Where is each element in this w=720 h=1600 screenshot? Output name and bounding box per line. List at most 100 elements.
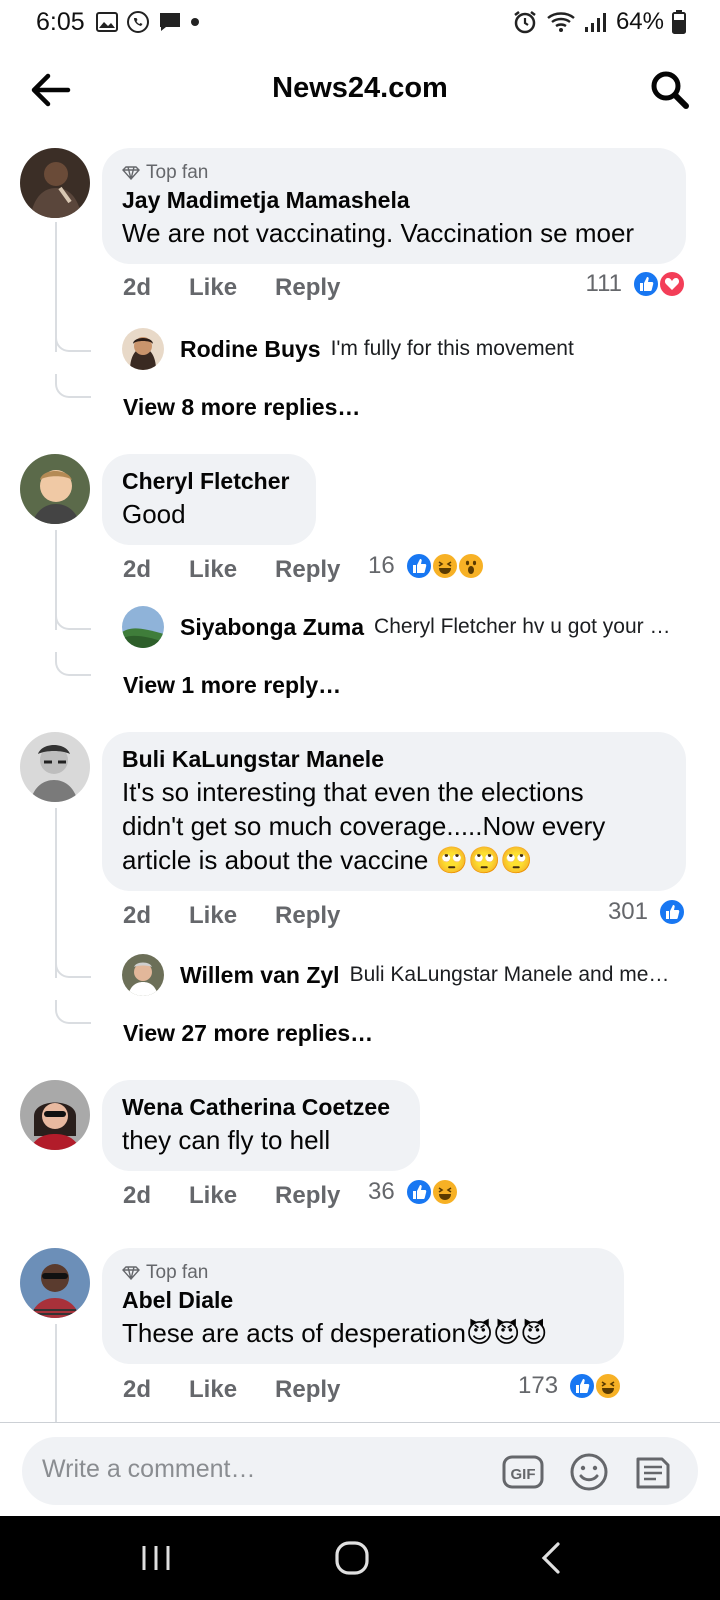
like-reaction-icon — [404, 552, 433, 580]
top-fan-label: Top fan — [146, 162, 209, 183]
reaction-count: 36 — [368, 1178, 395, 1205]
reply-connector — [55, 1000, 91, 1024]
alarm-icon — [514, 11, 536, 34]
reply-avatar[interactable] — [122, 606, 164, 648]
comment-time: 2d — [123, 1376, 152, 1403]
status-time: 6:05 — [36, 8, 85, 36]
comment-time: 2d — [123, 556, 152, 583]
reaction-count: 301 — [607, 898, 648, 925]
signal-icon — [584, 13, 606, 32]
comment-time: 2d — [123, 1182, 152, 1209]
like-button[interactable]: Like — [189, 556, 237, 584]
view-more-replies[interactable]: View 27 more replies… — [123, 1020, 373, 1047]
comment-text: they can fly to hell — [122, 1125, 331, 1155]
reply-connector — [55, 954, 91, 978]
avatar[interactable] — [20, 148, 90, 218]
reaction-count: 111 — [585, 270, 622, 297]
comment-bubble[interactable]: Top fan Abel Diale These are acts of des… — [102, 1248, 624, 1364]
view-more-replies[interactable]: View 1 more reply… — [123, 672, 341, 699]
like-button[interactable]: Like — [189, 1376, 237, 1404]
comment-text-line: article is about the vaccine 🙄🙄🙄 — [122, 845, 533, 875]
avatar[interactable] — [20, 732, 90, 802]
top-fan-label: Top fan — [146, 1262, 209, 1283]
diamond-icon — [122, 166, 140, 180]
reply-avatar[interactable] — [122, 954, 164, 996]
reply-connector — [55, 328, 91, 352]
home-icon[interactable] — [332, 1540, 372, 1576]
reply-connector — [55, 374, 91, 398]
comment-composer-bar: Write a comment… GIF — [0, 1422, 720, 1516]
reply-preview[interactable]: Willem van Zyl Buli KaLungstar Manele an… — [122, 954, 692, 996]
back-nav-icon[interactable] — [532, 1540, 572, 1576]
view-more-replies[interactable]: View 8 more replies… — [123, 394, 360, 421]
comment-text: These are acts of desperation😈😈😈 — [122, 1318, 548, 1348]
avatar[interactable] — [20, 1248, 90, 1318]
like-reaction-icon — [658, 898, 686, 926]
sticker-icon[interactable] — [632, 1451, 674, 1493]
reaction-count: 16 — [368, 552, 395, 579]
reply-preview[interactable]: Siyabonga Zuma Cheryl Fletcher hv u got … — [122, 606, 692, 648]
comment-author[interactable]: Buli KaLungstar Manele — [122, 746, 666, 773]
reply-author[interactable]: Siyabonga Zuma — [180, 614, 364, 641]
comment-input[interactable]: Write a comment… GIF — [22, 1437, 698, 1505]
comment-author[interactable]: Jay Madimetja Mamashela — [122, 187, 666, 214]
reply-preview[interactable]: Rodine Buys I'm fully for this movement — [122, 328, 692, 370]
system-nav-bar — [0, 1516, 720, 1600]
top-fan-badge: Top fan — [122, 1262, 604, 1284]
avatar[interactable] — [20, 454, 90, 524]
haha-reaction-icon — [430, 1178, 459, 1206]
comment-author[interactable]: Abel Diale — [122, 1287, 604, 1314]
reactions[interactable]: 301 — [608, 898, 686, 926]
gallery-icon — [96, 12, 118, 32]
comment-actions: 2d Like Reply — [123, 556, 378, 584]
reactions[interactable]: 111 — [586, 270, 686, 298]
recent-apps-icon[interactable] — [136, 1540, 176, 1576]
like-button[interactable]: Like — [189, 902, 237, 930]
search-icon[interactable] — [648, 68, 692, 112]
comment-bubble[interactable]: Wena Catherina Coetzee they can fly to h… — [102, 1080, 420, 1171]
reaction-count: 173 — [518, 1372, 559, 1399]
wow-reaction-icon — [456, 552, 485, 580]
like-reaction-icon — [632, 270, 660, 298]
comment-author[interactable]: Wena Catherina Coetzee — [122, 1094, 400, 1121]
comment-actions: 2d Like Reply — [123, 1182, 378, 1210]
message-icon — [160, 13, 180, 31]
comment-placeholder: Write a comment… — [42, 1455, 256, 1483]
reply-author[interactable]: Willem van Zyl — [180, 962, 340, 989]
reactions[interactable]: 16 — [368, 552, 485, 580]
reply-text: Cheryl Fletcher hv u got your … — [374, 615, 671, 638]
reply-button[interactable]: Reply — [275, 556, 340, 584]
reply-author[interactable]: Rodine Buys — [180, 336, 321, 363]
avatar[interactable] — [20, 1080, 90, 1150]
comment-bubble[interactable]: Buli KaLungstar Manele It's so interesti… — [102, 732, 686, 891]
whatsapp-icon — [127, 11, 149, 33]
reply-avatar[interactable] — [122, 328, 164, 370]
reply-button[interactable]: Reply — [275, 274, 340, 302]
comment-text: We are not vaccinating. Vaccination se m… — [122, 218, 635, 248]
reactions[interactable]: 36 — [368, 1178, 459, 1206]
comment-bubble[interactable]: Top fan Jay Madimetja Mamashela We are n… — [102, 148, 686, 264]
dot-icon — [191, 18, 199, 26]
comment-time: 2d — [123, 274, 152, 301]
reply-button[interactable]: Reply — [275, 902, 340, 930]
reply-connector — [55, 606, 91, 630]
comment-author[interactable]: Cheryl Fletcher — [122, 468, 296, 495]
thread-line — [55, 1324, 57, 1422]
comment-bubble[interactable]: Cheryl Fletcher Good — [102, 454, 316, 545]
reply-button[interactable]: Reply — [275, 1376, 340, 1404]
thread-line — [55, 808, 57, 978]
like-button[interactable]: Like — [189, 1182, 237, 1210]
reply-text: I'm fully for this movement — [330, 337, 574, 360]
comment-actions: 2d Like Reply — [123, 274, 378, 302]
comment-actions: 2d Like Reply — [123, 902, 378, 930]
like-button[interactable]: Like — [189, 274, 237, 302]
reactions[interactable]: 173 — [518, 1372, 623, 1400]
emoji-icon[interactable] — [568, 1451, 610, 1493]
wifi-icon — [547, 12, 575, 32]
gif-icon[interactable]: GIF — [502, 1451, 544, 1493]
like-reaction-icon — [404, 1178, 433, 1206]
haha-reaction-icon — [430, 552, 459, 580]
reply-button[interactable]: Reply — [275, 1182, 340, 1210]
reply-connector — [55, 652, 91, 676]
notification-icons — [96, 10, 200, 34]
